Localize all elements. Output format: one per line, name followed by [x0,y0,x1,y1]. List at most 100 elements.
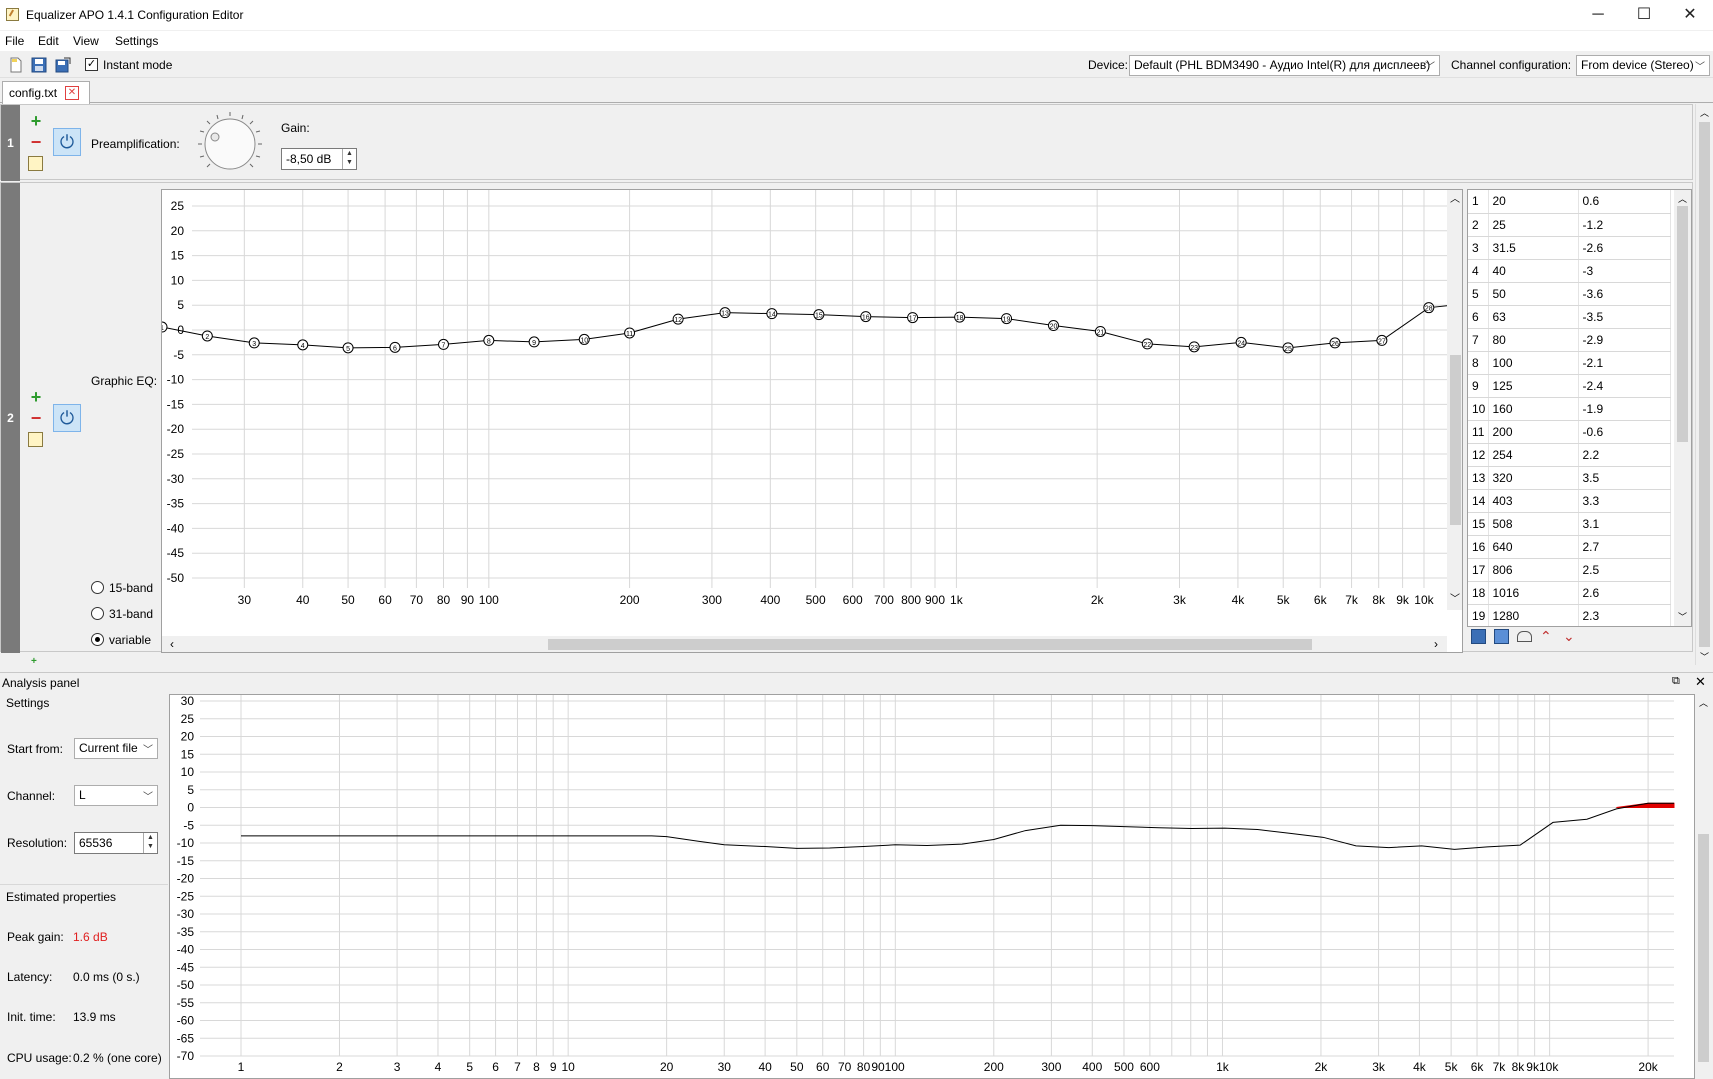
band-frequency[interactable]: 508 [1488,512,1579,536]
band-row[interactable]: 15 508 3.1 [1468,512,1671,536]
band-row[interactable]: 1 20 0.6 [1468,190,1671,214]
instant-mode-checkbox[interactable]: ✓ [85,58,98,71]
normalize-icon[interactable]: ⌃ [1540,629,1552,644]
band-row[interactable]: 18 1016 2.6 [1468,581,1671,605]
spin-arrows-icon[interactable]: ▲ ▼ [143,833,157,853]
add-filter-icon[interactable]: + [28,388,44,406]
geq-chart[interactable]: 30 40 50 60 70 80 90 100 200 300 400 500 600 700 800 90… [162,190,1463,653]
minimize-button[interactable]: ─ [1575,0,1621,30]
device-select[interactable]: Default (PHL BDM3490 - Аудио Intel(R) дл… [1129,55,1440,76]
radio-31-band[interactable] [91,607,104,620]
gain-spinbox[interactable]: -8,50 dB ▲ ▼ [281,148,357,170]
spin-arrows-icon[interactable]: ▲ ▼ [342,149,356,169]
tab-close-icon[interactable]: ✕ [65,86,79,100]
band-row[interactable]: 11 200 -0.6 [1468,420,1671,444]
band-frequency[interactable]: 806 [1488,558,1579,582]
band-frequency[interactable]: 31.5 [1488,236,1579,260]
band-frequency[interactable]: 20 [1488,190,1579,214]
band-row[interactable]: 6 63 -3.5 [1468,305,1671,329]
band-frequency[interactable]: 320 [1488,466,1579,490]
band-row[interactable]: 8 100 -2.1 [1468,351,1671,375]
band-gain[interactable]: 0.6 [1578,190,1671,214]
band-frequency[interactable]: 63 [1488,305,1579,329]
band-frequency[interactable]: 80 [1488,328,1579,352]
band-gain[interactable]: -3 [1578,259,1671,283]
band-frequency[interactable]: 640 [1488,535,1579,559]
undock-icon[interactable]: ⧉ [1672,675,1680,688]
band-row[interactable]: 7 80 -2.9 [1468,328,1671,352]
new-file-icon[interactable] [8,57,24,73]
band-gain[interactable]: -1.9 [1578,397,1671,421]
band-gain[interactable]: -2.9 [1578,328,1671,352]
menu-settings[interactable]: Settings [115,34,158,48]
band-row[interactable]: 5 50 -3.6 [1468,282,1671,306]
radio-15-band[interactable] [91,581,104,594]
remove-filter-icon[interactable]: − [28,133,44,151]
edit-filter-icon[interactable] [28,432,43,447]
band-frequency[interactable]: 1280 [1488,604,1579,626]
band-row[interactable]: 13 320 3.5 [1468,466,1671,490]
add-filter-icon[interactable]: + [31,656,37,667]
editor-scrollbar[interactable]: ︿ ﹀ [1695,104,1713,665]
scroll-down-icon[interactable]: ﹀ [1700,650,1709,663]
channel-select[interactable]: L ﹀ [74,785,158,806]
band-row[interactable]: 4 40 -3 [1468,259,1671,283]
band-frequency[interactable]: 200 [1488,420,1579,444]
band-gain[interactable]: -3.5 [1578,305,1671,329]
band-table-scroll-thumb[interactable] [1677,206,1688,442]
start-from-select[interactable]: Current file ﹀ [74,738,158,759]
band-frequency[interactable]: 254 [1488,443,1579,467]
band-row[interactable]: 10 160 -1.9 [1468,397,1671,421]
band-table[interactable]: 1 20 0.6 2 25 -1.2 3 31.5 -2.6 4 40 -3 5 50 -3.6 6 63 -3.… [1467,189,1692,627]
tab-config[interactable]: config.txt ✕ [2,81,90,104]
band-frequency[interactable]: 40 [1488,259,1579,283]
band-gain[interactable]: 2.5 [1578,558,1671,582]
analysis-scroll-thumb[interactable] [1698,834,1709,1062]
band-frequency[interactable]: 50 [1488,282,1579,306]
invert-response-icon[interactable] [1517,631,1532,642]
band-frequency[interactable]: 403 [1488,489,1579,513]
analysis-graph[interactable]: 1 2 3 4 5 6 7 8 9 10 20 30 40 50 60 70 80 90100 200 300 400 5… [169,694,1695,1079]
band-gain[interactable]: -3.6 [1578,282,1671,306]
maximize-button[interactable]: ☐ [1621,0,1667,30]
load-bands-icon[interactable] [1494,629,1509,644]
band-gain[interactable]: 2.2 [1578,443,1671,467]
scroll-up-icon[interactable]: ︿ [1699,696,1708,709]
band-gain[interactable]: 3.3 [1578,489,1671,513]
band-gain[interactable]: -2.4 [1578,374,1671,398]
menu-view[interactable]: View [73,34,99,48]
close-panel-icon[interactable]: ✕ [1695,674,1706,690]
band-gain[interactable]: 3.5 [1578,466,1671,490]
band-gain[interactable]: -2.6 [1578,236,1671,260]
band-gain[interactable]: -1.2 [1578,213,1671,237]
band-row[interactable]: 16 640 2.7 [1468,535,1671,559]
band-row[interactable]: 2 25 -1.2 [1468,213,1671,237]
band-row[interactable]: 12 254 2.2 [1468,443,1671,467]
band-row[interactable]: 14 403 3.3 [1468,489,1671,513]
band-row[interactable]: 3 31.5 -2.6 [1468,236,1671,260]
band-gain[interactable]: -2.1 [1578,351,1671,375]
power-icon[interactable]: ⏻ [53,128,81,156]
band-gain[interactable]: 3.1 [1578,512,1671,536]
save-as-icon[interactable] [55,57,71,73]
editor-scroll-thumb[interactable] [1699,122,1710,647]
close-button[interactable]: ✕ [1667,0,1713,30]
radio-variable[interactable] [91,633,104,646]
band-table-scrollbar[interactable]: ︿ ﹀ [1674,190,1691,626]
gain-knob[interactable] [197,111,263,177]
band-gain[interactable]: 2.7 [1578,535,1671,559]
band-frequency[interactable]: 125 [1488,374,1579,398]
scroll-up-icon[interactable]: ︿ [1678,192,1687,205]
band-row[interactable]: 19 1280 2.3 [1468,604,1671,626]
edit-filter-icon[interactable] [28,156,43,171]
add-filter-icon[interactable]: + [28,112,44,130]
band-gain[interactable]: 2.3 [1578,604,1671,626]
band-frequency[interactable]: 160 [1488,397,1579,421]
graphic-eq-graph[interactable]: 30 40 50 60 70 80 90 100 200 300 400 500 600 700 800 90… [161,189,1463,653]
scroll-up-icon[interactable]: ︿ [1700,106,1709,119]
save-bands-icon[interactable] [1471,629,1486,644]
scroll-down-icon[interactable]: ﹀ [1678,610,1687,623]
band-frequency[interactable]: 1016 [1488,581,1579,605]
save-icon[interactable] [31,57,47,73]
menu-edit[interactable]: Edit [38,34,59,48]
